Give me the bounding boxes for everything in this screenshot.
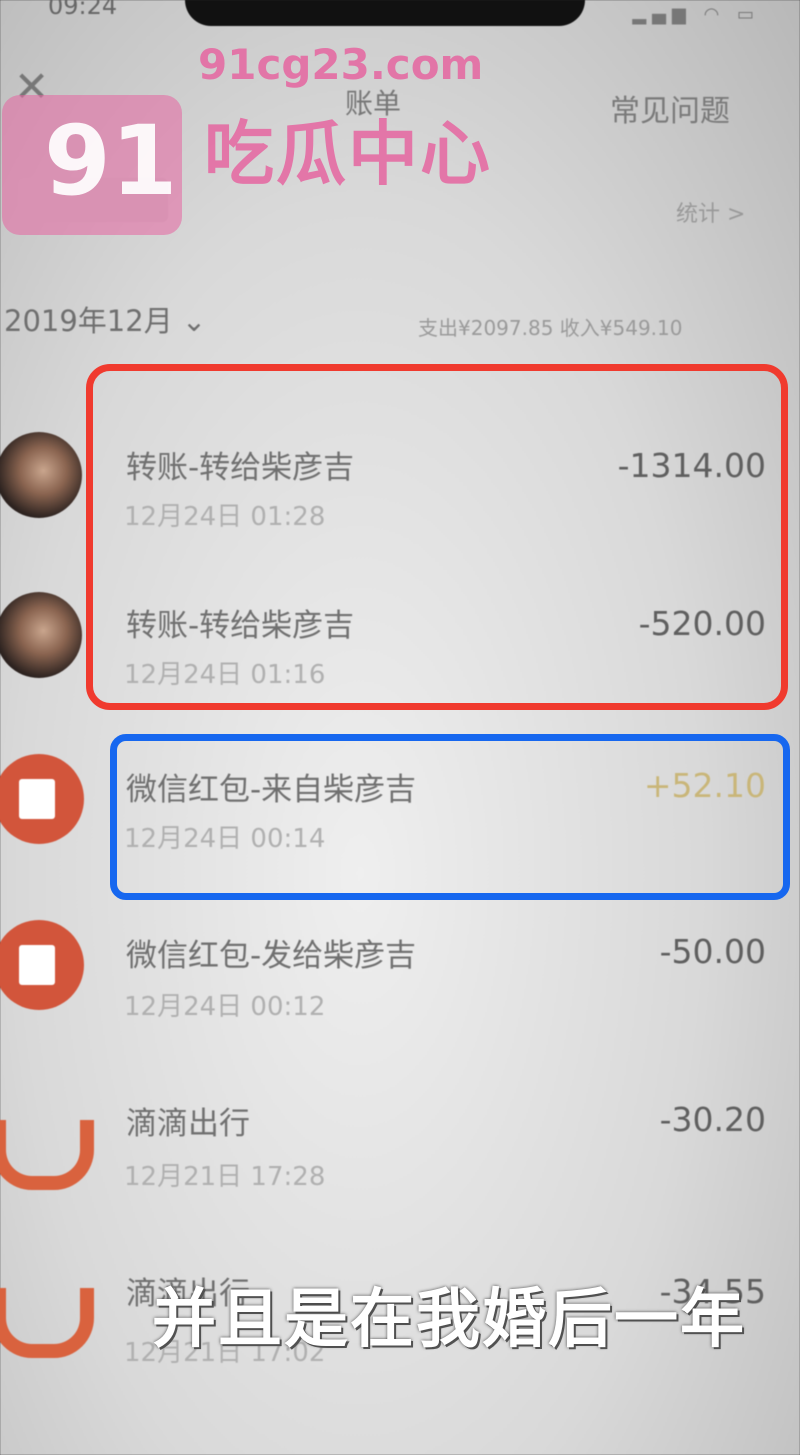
- didi-icon: [0, 1120, 94, 1190]
- transaction-amount: -50.00: [659, 932, 766, 971]
- watermark-url: 91cg23.com: [198, 40, 484, 89]
- month-summary: 支出¥2097.85 收入¥549.10: [418, 316, 683, 340]
- transaction-title: 滴滴出行: [126, 1106, 250, 1142]
- didi-icon: [0, 1288, 94, 1358]
- avatar: [0, 592, 82, 678]
- status-time: 09:24: [48, 0, 118, 20]
- faq-link[interactable]: 常见问题: [610, 86, 730, 130]
- transaction-time: 12月21日 17:28: [124, 1162, 326, 1192]
- watermark-logo-text: 91: [44, 105, 178, 217]
- watermark-logo: 91: [2, 95, 182, 235]
- red-highlight-box: [86, 364, 788, 710]
- transaction-title: 微信红包-发给柴彦吉: [126, 938, 417, 974]
- red-envelope-icon: [0, 920, 84, 1010]
- transaction-time: 12月24日 00:12: [124, 992, 326, 1022]
- status-icons: ▂▄▆ ◠ ▭: [632, 4, 760, 25]
- stats-link[interactable]: 统计 >: [676, 196, 745, 228]
- month-selector[interactable]: 2019年12月 ⌄: [4, 298, 206, 340]
- avatar: [0, 432, 82, 518]
- red-envelope-icon: [0, 754, 84, 844]
- watermark-text: 吃瓜中心: [204, 113, 492, 195]
- phone-notch: [185, 0, 585, 26]
- blue-highlight-box: [110, 734, 790, 900]
- video-caption: 并且是在我婚后一年: [152, 1283, 746, 1357]
- transaction-amount: -30.20: [659, 1100, 766, 1139]
- month-label: 2019年12月: [4, 304, 173, 338]
